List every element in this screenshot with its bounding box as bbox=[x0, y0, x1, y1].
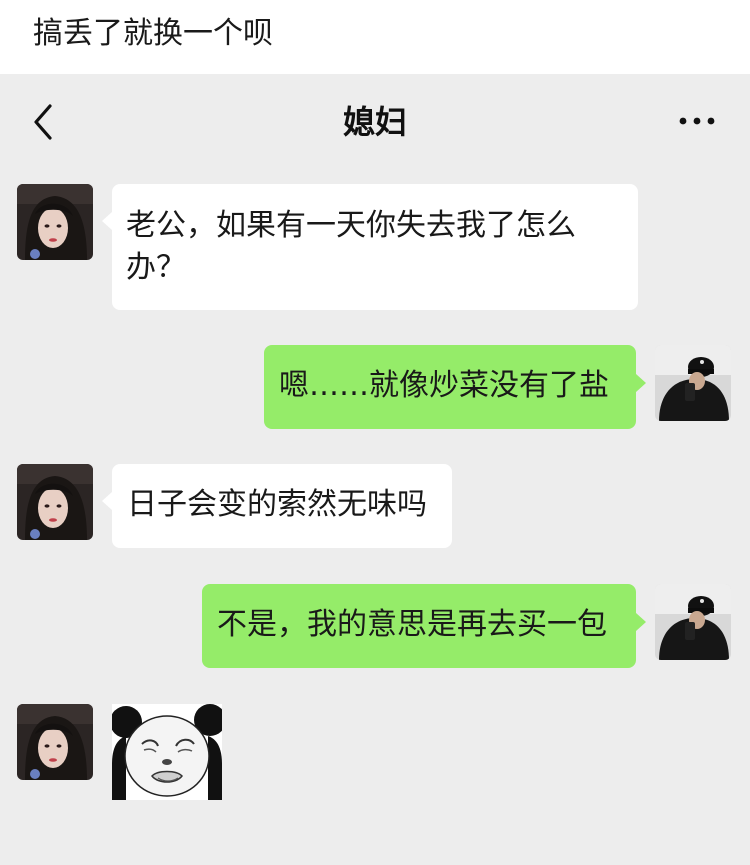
message-bubble-incoming[interactable]: 日子会变的索然无味吗 bbox=[112, 464, 452, 548]
message-bubble-incoming[interactable]: 老公，如果有一天你失去我了怎么办？ bbox=[112, 184, 638, 310]
bubble-tail bbox=[102, 212, 112, 230]
message-text: 日子会变的索然无味吗 bbox=[127, 487, 427, 522]
message-text: 嗯……就像炒菜没有了盐 bbox=[279, 368, 609, 403]
chat-header: 媳妇 bbox=[0, 74, 750, 170]
message-text: 老公，如果有一天你失去我了怎么办？ bbox=[126, 208, 576, 285]
ellipsis-icon[interactable] bbox=[672, 108, 722, 134]
panda-face-sticker[interactable] bbox=[112, 704, 222, 800]
bubble-tail bbox=[102, 492, 112, 510]
chat-screen: 媳妇 老公，如果有一天你失去我了怎么办？ 嗯……就像炒菜没有了盐 日子会变的索然… bbox=[0, 74, 750, 865]
post-caption: 搞丢了就换一个呗 bbox=[33, 16, 273, 51]
message-bubble-outgoing[interactable]: 嗯……就像炒菜没有了盐 bbox=[264, 345, 636, 429]
bubble-tail bbox=[636, 374, 646, 392]
contact-avatar[interactable] bbox=[17, 184, 93, 260]
bubble-tail bbox=[636, 613, 646, 631]
message-bubble-outgoing[interactable]: 不是，我的意思是再去买一包 bbox=[202, 584, 636, 668]
chat-title: 媳妇 bbox=[342, 103, 407, 141]
my-avatar[interactable] bbox=[655, 584, 731, 660]
contact-avatar[interactable] bbox=[17, 704, 93, 780]
message-text: 不是，我的意思是再去买一包 bbox=[217, 607, 607, 642]
my-avatar[interactable] bbox=[655, 345, 731, 421]
post-caption-bar: 搞丢了就换一个呗 bbox=[0, 0, 750, 74]
contact-avatar[interactable] bbox=[17, 464, 93, 540]
